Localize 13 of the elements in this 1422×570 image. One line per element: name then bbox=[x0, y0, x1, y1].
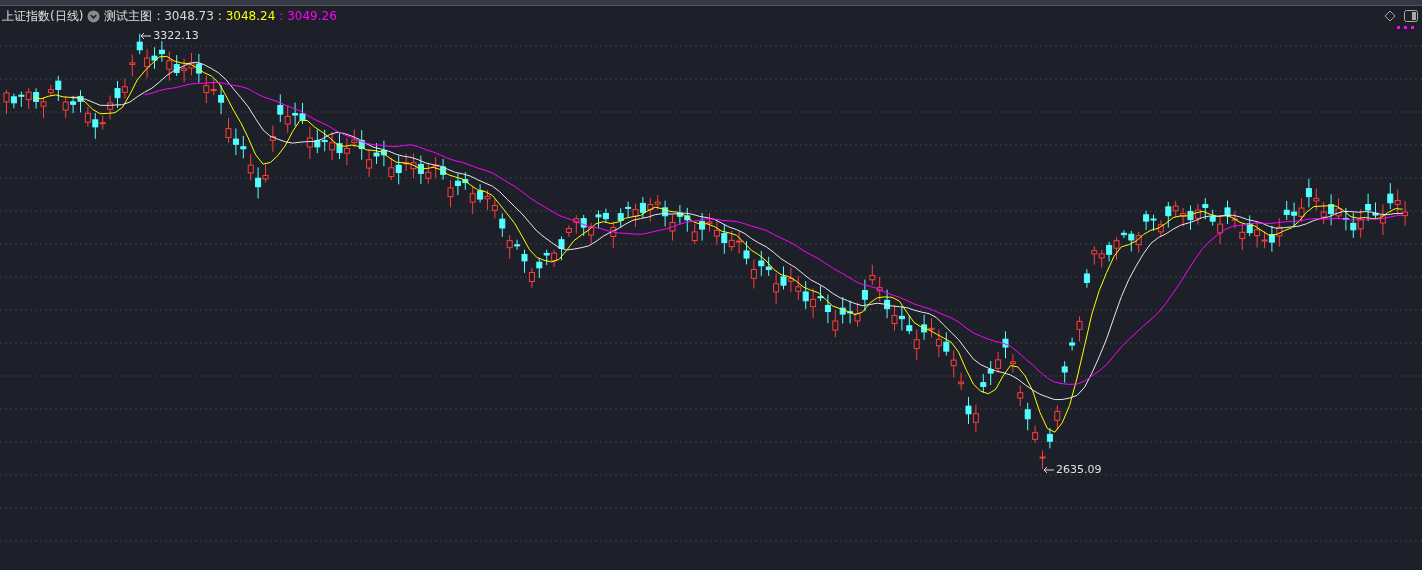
leader-line bbox=[1043, 465, 1055, 474]
dots-icon bbox=[1397, 26, 1414, 29]
price-label: 2635.09 bbox=[1056, 463, 1102, 476]
chevron-down-icon[interactable] bbox=[87, 9, 101, 23]
indicator-value: : 3049.26 bbox=[279, 9, 337, 23]
indicator-name: 测试主图 bbox=[104, 7, 153, 25]
chart-title: 上证指数(日线) bbox=[2, 7, 84, 25]
leader-line bbox=[140, 31, 153, 40]
indicator-value: : 3048.24 bbox=[217, 9, 276, 23]
diamond-icon[interactable] bbox=[1384, 10, 1396, 22]
price-label: 3322.13 bbox=[153, 29, 199, 42]
indicator-value: : 3048.73 bbox=[156, 9, 214, 23]
panel-toggle-icon[interactable] bbox=[1404, 10, 1418, 22]
